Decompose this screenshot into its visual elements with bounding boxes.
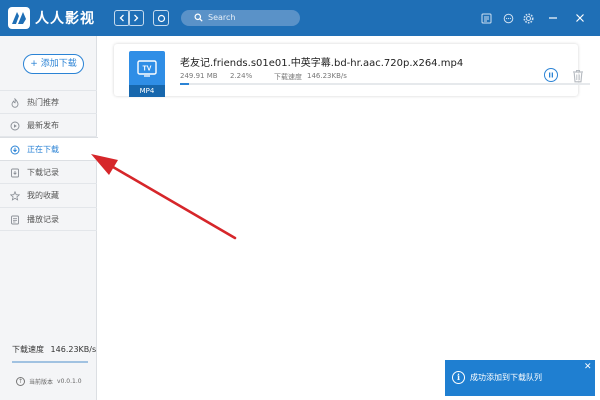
toast-notification: i 成功添加到下载队列 ✕ (445, 360, 595, 396)
download-circle-icon (10, 145, 20, 155)
download-history-button[interactable] (480, 12, 492, 24)
sidebar-item-label: 播放记录 (27, 214, 59, 224)
back-icon (119, 14, 124, 22)
sidebar-item-favorites[interactable]: 我的收藏 (0, 184, 97, 208)
pause-icon (549, 72, 553, 78)
forward-icon (134, 14, 139, 22)
toast-close-button[interactable]: ✕ (584, 363, 592, 372)
info-icon: i (452, 371, 465, 384)
message-button[interactable] (502, 12, 514, 24)
total-speed-label: 下载速度 (12, 345, 44, 354)
download-history-icon (481, 13, 491, 23)
close-icon (576, 14, 584, 22)
sidebar-item-label: 正在下载 (27, 145, 59, 154)
total-speed: 下载速度 146.23KB/s (12, 344, 96, 363)
file-format-label: MP4 (129, 85, 165, 97)
svg-text:TV: TV (143, 66, 152, 73)
minimize-icon (549, 17, 557, 19)
settings-icon (523, 13, 533, 23)
sidebar-item-download-history[interactable]: 下载记录 (0, 161, 97, 184)
download-progress-bar (180, 83, 590, 85)
file-type-badge: TV MP4 (129, 51, 165, 97)
toast-message: 成功添加到下载队列 (470, 373, 542, 382)
sidebar-item-label: 下载记录 (27, 167, 59, 177)
sidebar-item-label: 热门推荐 (27, 98, 59, 107)
flame-icon (11, 98, 19, 108)
history-icon (11, 168, 19, 177)
settings-button[interactable] (522, 12, 534, 24)
file-size: 249.91 MB (180, 72, 218, 80)
app-logo-icon (8, 7, 30, 29)
item-speed-label: 下载速度 (274, 73, 302, 81)
total-speed-value: 146.23KB/s (50, 345, 97, 354)
search-icon (194, 13, 203, 22)
sidebar-item-downloading[interactable]: 正在下载 (0, 137, 98, 161)
trash-icon (573, 70, 583, 83)
sidebar-item-latest[interactable]: 最新发布 (0, 114, 97, 137)
search-input[interactable]: Search (181, 10, 300, 26)
sidebar-item-play-history[interactable]: 播放记录 (0, 208, 97, 231)
total-speed-text: 下载速度 146.23KB/s (12, 344, 96, 355)
tv-icon: TV (137, 60, 157, 77)
download-list: TV MP4 老友记.friends.s01e01.中英字幕.bd-hr.aac… (98, 36, 600, 400)
total-speed-bar (12, 361, 88, 363)
minimize-button[interactable] (547, 12, 559, 24)
sidebar-item-hot[interactable]: 热门推荐 (0, 90, 97, 114)
info-icon: ↑ (16, 377, 25, 386)
list-icon (11, 215, 19, 224)
download-item[interactable]: TV MP4 老友记.friends.s01e01.中英字幕.bd-hr.aac… (114, 44, 590, 97)
add-download-button[interactable]: + 添加下载 (23, 54, 84, 74)
pause-button[interactable] (544, 68, 558, 82)
sidebar-nav: 热门推荐 最新发布 正在下载 下载记录 我的收藏 播放记录 (0, 90, 98, 231)
app-title: 人人影视 (35, 11, 95, 27)
title-bar: 人人影视 Search (0, 0, 600, 36)
app-logo: 人人影视 (8, 7, 95, 29)
file-name: 老友记.friends.s01e01.中英字幕.bd-hr.aac.720p.x… (180, 58, 464, 69)
forward-button[interactable] (128, 10, 144, 26)
version-info: ↑ 当前版本 v0.0.1.0 (16, 377, 82, 386)
sidebar-item-label: 我的收藏 (27, 191, 59, 200)
version-label: 当前版本 (29, 379, 54, 386)
star-icon (10, 191, 20, 201)
item-speed-value: 146.23KB/s (307, 72, 347, 80)
download-progress-fill (180, 83, 190, 85)
close-button[interactable] (574, 12, 586, 24)
message-icon (503, 13, 513, 23)
sidebar-item-label: 最新发布 (27, 120, 59, 130)
download-percent: 2.24% (230, 72, 253, 80)
sidebar: + 添加下载 热门推荐 最新发布 正在下载 下载记录 我的收藏 播放记录 下载速 (0, 36, 98, 400)
refresh-button[interactable] (153, 10, 169, 26)
search-placeholder: Search (208, 13, 236, 22)
play-circle-icon (10, 121, 20, 130)
version-value: v0.0.1.0 (57, 378, 82, 385)
refresh-icon (157, 14, 165, 22)
delete-button[interactable] (572, 68, 584, 87)
